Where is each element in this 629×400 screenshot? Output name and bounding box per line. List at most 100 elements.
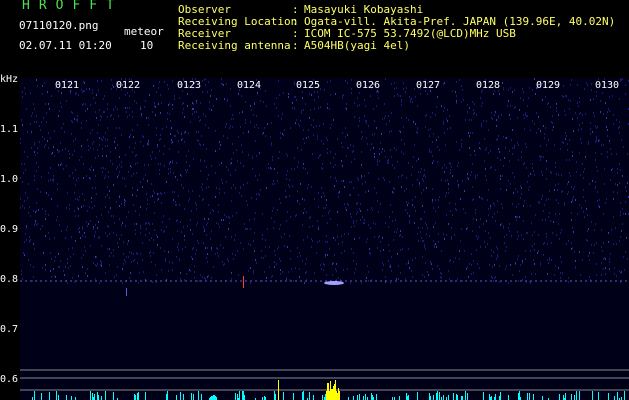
y-tick-0-6: 0.6 (0, 374, 19, 385)
activity-bar (592, 391, 593, 400)
meteor-count: 10 (140, 39, 154, 52)
activity-bar (614, 396, 615, 400)
activity-bar (302, 392, 303, 400)
activity-bar (274, 391, 275, 400)
activity-bar (49, 392, 50, 400)
echo-mark (126, 288, 127, 296)
app-brand: HROFFT (22, 0, 123, 13)
x-tick-0123: 0123 (177, 80, 202, 91)
meteor-burst-bar (336, 391, 337, 400)
y-tick-0-9: 0.9 (0, 224, 19, 235)
activity-bar (56, 391, 57, 400)
activity-bar (166, 394, 167, 400)
activity-bar (489, 394, 490, 400)
activity-bar (491, 396, 492, 400)
activity-bar (465, 391, 466, 400)
x-tick-0130: 0130 (595, 80, 620, 91)
activity-bar (66, 395, 67, 400)
activity-bar (467, 393, 468, 400)
activity-bar (443, 395, 444, 400)
activity-bar (313, 395, 314, 400)
activity-bar (353, 396, 354, 400)
activity-bar (365, 394, 366, 400)
activity-bar (303, 391, 304, 400)
activity-bar (180, 392, 181, 400)
activity-bar (145, 392, 146, 400)
activity-bar (429, 394, 430, 400)
activity-bar (357, 395, 358, 400)
meteor-echo (324, 281, 344, 285)
activity-bar (598, 392, 599, 400)
y-tick-0-7: 0.7 (0, 324, 19, 335)
activity-bar (579, 391, 580, 400)
activity-bar (98, 395, 99, 400)
meteor-burst-bar (337, 393, 338, 400)
activity-bar (244, 395, 245, 400)
meteor-burst-bar (332, 389, 333, 400)
activity-bar (408, 395, 409, 400)
activity-bar (518, 393, 519, 400)
activity-bar (574, 395, 575, 400)
activity-bar (359, 394, 360, 400)
meteor-burst-bar (339, 391, 340, 400)
activity-bar (309, 392, 310, 400)
x-tick-0124: 0124 (237, 80, 262, 91)
activity-bar (183, 394, 184, 400)
activity-bar (135, 395, 136, 400)
file-name: 07110120.png (19, 19, 99, 32)
activity-bar (275, 394, 276, 400)
activity-bar (448, 395, 449, 400)
y-tick-0-8: 0.8 (0, 274, 19, 285)
activity-bar (198, 391, 199, 400)
spectrogram-plot (20, 78, 629, 400)
activity-bar (138, 392, 139, 400)
activity-bar (542, 396, 543, 400)
activity-bar (167, 391, 168, 400)
antenna-label: Receiving antenna (178, 39, 291, 52)
activity-bar (563, 395, 564, 400)
activity-bar (92, 393, 93, 400)
activity-bar (134, 394, 135, 400)
activity-bar (58, 395, 59, 400)
meteor-burst-bar (334, 384, 335, 400)
activity-bar (617, 392, 618, 400)
y-tick-1-1: 1.1 (0, 124, 19, 135)
meteor-burst-bar (327, 383, 328, 400)
signal-spike (278, 380, 279, 400)
observation-datetime: 02.07.11 01:20 (19, 39, 112, 52)
activity-bar (242, 391, 243, 400)
activity-bar (571, 394, 572, 400)
activity-bar (417, 392, 418, 400)
x-tick-0126: 0126 (356, 80, 381, 91)
activity-bar (41, 393, 42, 400)
x-tick-0125: 0125 (296, 80, 321, 91)
meteor-burst-bar (326, 391, 327, 400)
x-tick-0122: 0122 (116, 80, 141, 91)
x-tick-0121: 0121 (55, 80, 80, 91)
activity-bar (457, 395, 458, 400)
activity-bar (325, 394, 326, 400)
activity-bar (453, 393, 454, 400)
activity-bar (243, 391, 244, 400)
activity-bar (399, 396, 400, 400)
activity-bar (34, 391, 35, 400)
echo-streak (243, 276, 244, 288)
activity-bar (495, 394, 496, 400)
activity-bar (407, 396, 408, 400)
meteor-burst-bar (331, 389, 332, 400)
activity-bar (437, 391, 438, 400)
activity-bar (519, 391, 520, 400)
activity-bar (322, 395, 323, 400)
meteor-burst-bar (328, 383, 329, 400)
activity-bar (212, 396, 213, 400)
activity-bar (137, 393, 138, 400)
activity-bar (97, 392, 98, 400)
meteor-burst-bar (335, 380, 336, 400)
activity-bar (105, 391, 106, 400)
antenna-colon: : (292, 39, 299, 52)
activity-bar (215, 396, 216, 400)
activity-bar (461, 396, 462, 400)
activity-bar (293, 393, 294, 400)
activity-bar (439, 392, 440, 400)
activity-bar (500, 392, 501, 400)
